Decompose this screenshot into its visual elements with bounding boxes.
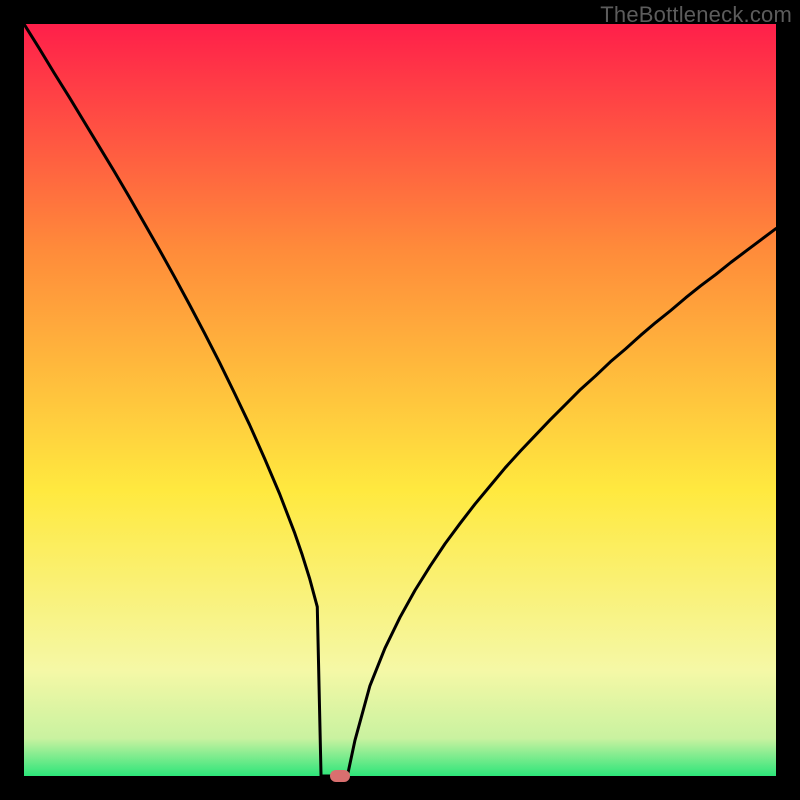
chart-svg — [24, 24, 776, 776]
gradient-background — [24, 24, 776, 776]
chart-frame: TheBottleneck.com — [0, 0, 800, 800]
optimal-marker — [330, 770, 350, 782]
plot-area — [24, 24, 776, 776]
watermark-text: TheBottleneck.com — [600, 2, 792, 28]
